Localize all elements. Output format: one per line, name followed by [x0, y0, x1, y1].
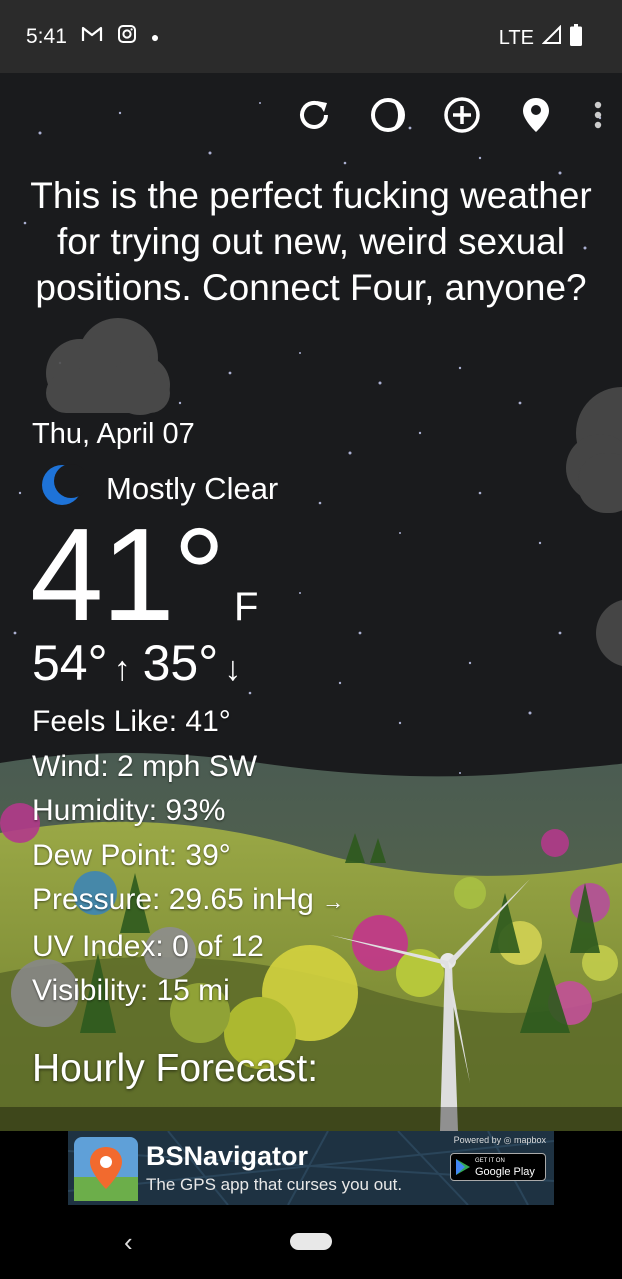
network-label: LTE	[498, 26, 534, 49]
ad-bar: BSNavigator The GPS app that curses you …	[0, 1131, 622, 1209]
pressure-row: Pressure: 29.65 inHg →	[32, 878, 344, 925]
status-time: 5:41	[26, 25, 67, 48]
high-arrow-icon: ↑	[113, 650, 131, 688]
google-play-text: GET IT ON Google Play	[475, 1156, 535, 1178]
wind: Wind: 2 mph SW	[32, 749, 258, 783]
weather-details: Feels Like: 41° Wind: 2 mph SW Humidity:…	[32, 700, 344, 1014]
ad-banner[interactable]: BSNavigator The GPS app that curses you …	[68, 1131, 554, 1205]
home-pill[interactable]	[290, 1233, 332, 1250]
visibility: Visibility: 15 mi	[32, 974, 230, 1007]
ad-app-icon	[74, 1137, 138, 1201]
signal-icon	[541, 24, 562, 51]
weather-scene: This is the perfect fucking weather for …	[0, 73, 622, 1131]
dew-point: Dew Point: 39°	[32, 838, 231, 872]
high-low-row: 54° ↑ 35° ↓	[32, 635, 253, 697]
feels-like: Feels Like: 41°	[32, 705, 231, 738]
high-temp: 54°	[32, 635, 108, 691]
google-play-icon	[456, 1159, 470, 1175]
back-icon[interactable]: ‹	[124, 1227, 133, 1258]
location-pin-icon[interactable]	[516, 95, 556, 135]
moon-phase-icon[interactable]	[368, 95, 408, 135]
current-temperature: 41°	[30, 501, 226, 648]
pressure: Pressure: 29.65 inHg	[32, 883, 314, 916]
uv-index: UV Index: 0 of 12	[32, 929, 264, 963]
toolbar	[294, 95, 606, 135]
low-temp: 35°	[142, 635, 219, 691]
dot-icon: ●	[150, 29, 160, 45]
instagram-icon	[117, 24, 137, 50]
google-play-label: Google Play	[475, 1166, 535, 1178]
low-arrow-icon: ↓	[224, 650, 242, 688]
add-location-icon[interactable]	[442, 95, 482, 135]
refresh-icon[interactable]	[294, 95, 334, 135]
more-vert-icon[interactable]	[590, 95, 606, 135]
ad-powered-by: Powered by ◎ mapbox	[453, 1135, 546, 1145]
hourly-forecast-heading: Hourly Forecast:	[32, 1047, 319, 1090]
forecast-date: Thu, April 07	[32, 418, 195, 450]
ad-title: BSNavigator	[146, 1141, 309, 1171]
humidity: Humidity: 93%	[32, 794, 226, 827]
status-right: LTE	[499, 24, 582, 52]
ad-subtitle: The GPS app that curses you out.	[146, 1175, 403, 1194]
weather-quote: This is the perfect fucking weather for …	[30, 175, 592, 308]
pressure-trend-icon: →	[322, 889, 345, 914]
status-left: 5:41 ●	[26, 24, 159, 50]
google-play-badge[interactable]: GET IT ON Google Play	[450, 1153, 546, 1181]
temperature-unit: F	[234, 585, 259, 629]
status-bar: 5:41 ● LTE	[0, 0, 622, 73]
gmail-icon	[81, 25, 103, 49]
navigation-bar: ‹	[0, 1209, 622, 1279]
battery-icon	[570, 24, 582, 52]
